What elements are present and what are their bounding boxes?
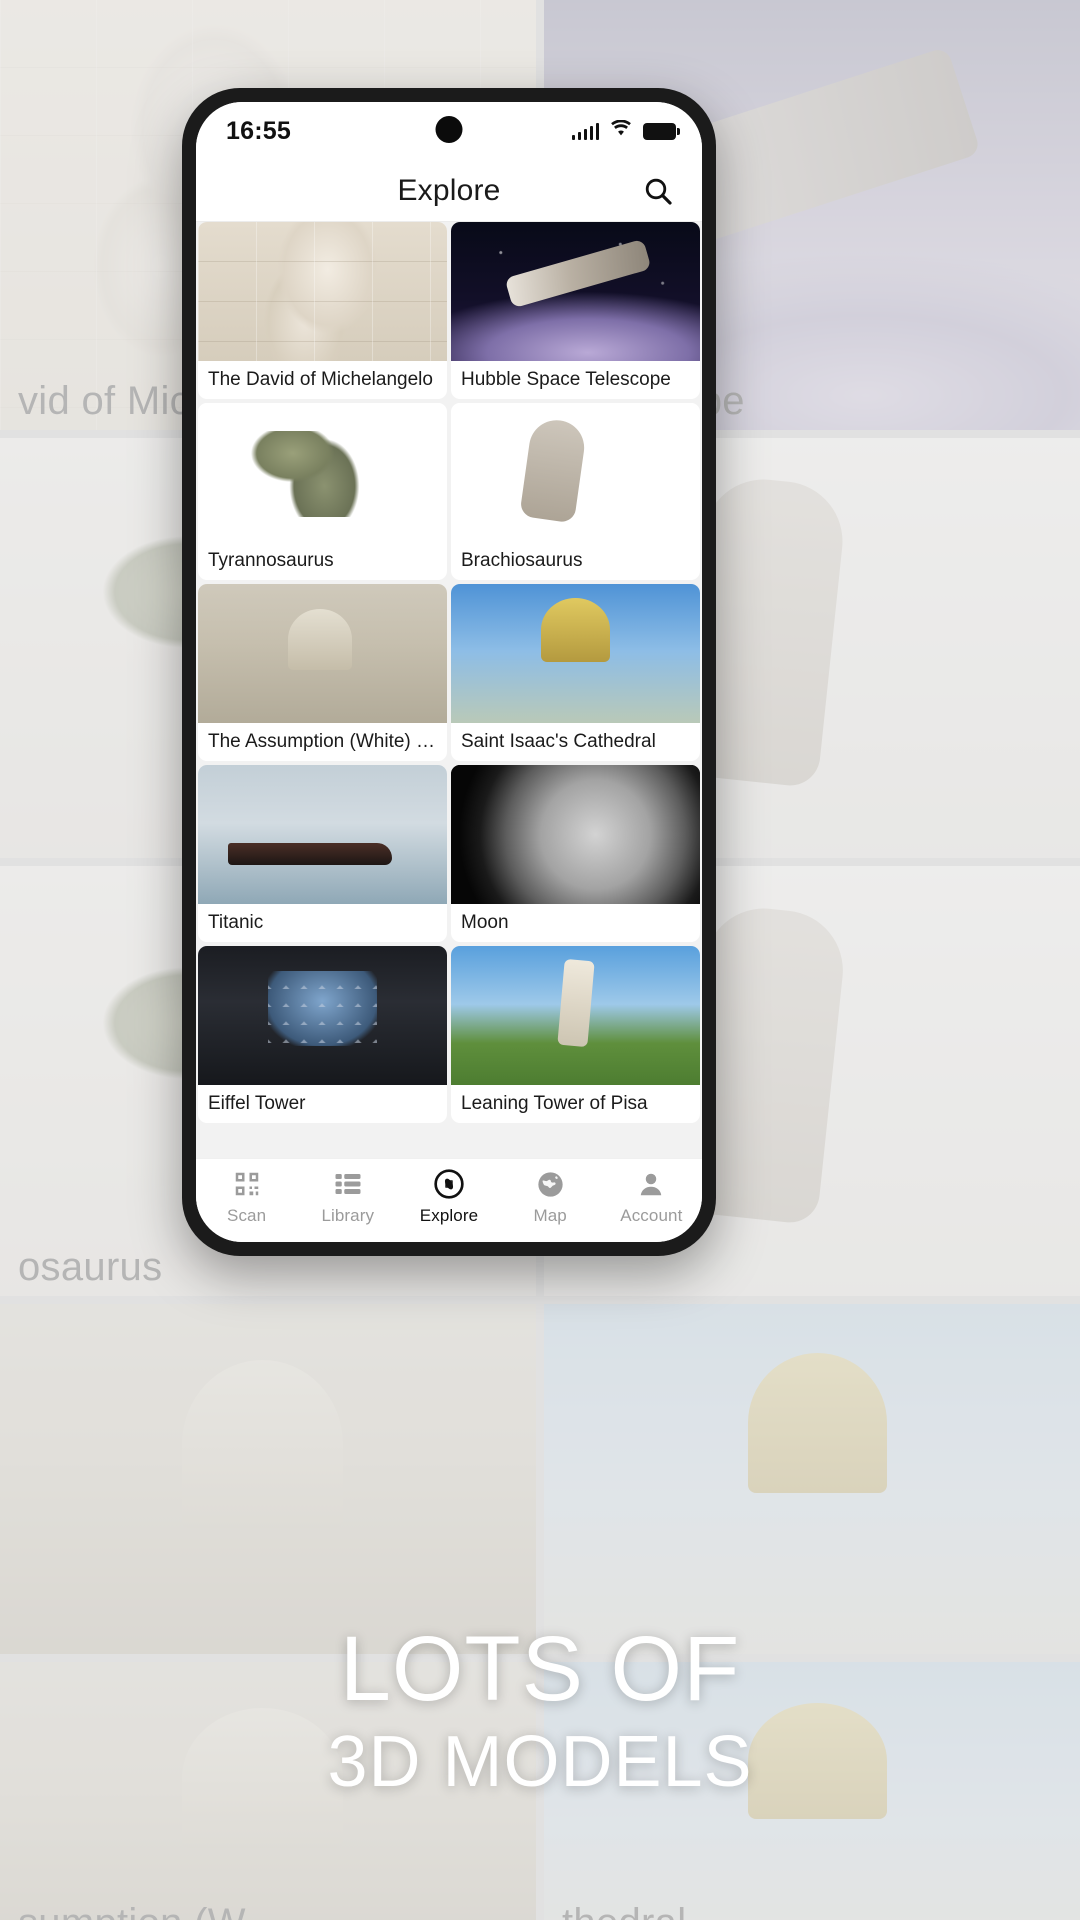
globe-icon — [535, 1167, 566, 1201]
model-title: Saint Isaac's Cathedral — [451, 723, 700, 761]
model-title: Leaning Tower of Pisa — [451, 1085, 700, 1123]
model-title-text: Moon — [461, 912, 509, 933]
model-card[interactable]: Saint Isaac's Cathedral — [451, 584, 700, 761]
tab-map[interactable]: Map — [502, 1167, 598, 1226]
tab-account[interactable]: Account — [603, 1167, 699, 1226]
model-title: Titanic — [198, 904, 447, 942]
model-title-text: Eiffel Tower — [208, 1093, 306, 1114]
tab-library[interactable]: Library — [300, 1167, 396, 1226]
model-card[interactable]: Moon — [451, 765, 700, 942]
model-title-text: Saint Isaac's Cathedral — [461, 731, 656, 752]
qr-scan-icon — [232, 1167, 262, 1201]
model-title-text: Hubble Space Telescope — [461, 369, 671, 390]
model-title-text: Titanic — [208, 912, 264, 933]
model-card[interactable]: Leaning Tower of Pisa — [451, 946, 700, 1123]
model-title: Hubble Space Telescope — [451, 361, 700, 399]
model-title: The David of Michelangelo — [198, 361, 447, 399]
tab-label: Map — [533, 1206, 567, 1225]
model-title-text: The David of Michelangelo — [208, 369, 433, 390]
model-title-text: Brachiosaurus — [461, 550, 583, 571]
page-title: Explore — [397, 173, 501, 207]
status-icons — [571, 119, 680, 142]
tab-label: Account — [620, 1206, 683, 1225]
model-card[interactable]: Hubble Space Telescope — [451, 222, 700, 399]
tab-label: Explore — [419, 1206, 479, 1225]
app-bar: Explore — [196, 160, 702, 222]
wifi-icon — [610, 119, 632, 142]
model-title-text: Tyrannosaurus — [208, 550, 334, 571]
battery-icon — [643, 122, 680, 140]
model-thumbnail — [198, 222, 447, 361]
tab-label: Scan — [227, 1206, 267, 1225]
model-card[interactable]: Brachiosaurus — [451, 403, 700, 580]
model-card[interactable]: Tyrannosaurus — [198, 403, 447, 580]
phone-screen: 16:55 Explore The David of Michelangelo … — [196, 102, 702, 1242]
model-thumbnail — [198, 403, 447, 542]
promo-text: LOTS OF 3D MODELS — [0, 1617, 1080, 1802]
model-title: Moon — [451, 904, 700, 942]
model-grid[interactable]: The David of Michelangelo Hubble Space Te… — [196, 222, 702, 1158]
tab-scan[interactable]: Scan — [199, 1167, 295, 1226]
status-time: 16:55 — [226, 116, 291, 145]
model-title: Brachiosaurus — [451, 542, 700, 580]
promo-subheadline: 3D MODELS — [327, 1721, 753, 1802]
model-title: Tyrannosaurus — [198, 542, 447, 580]
model-thumbnail — [198, 765, 447, 904]
model-title-text: Leaning Tower of Pisa — [461, 1093, 648, 1114]
model-card[interactable]: Eiffel Tower — [198, 946, 447, 1123]
model-title: The Assumption (White) Cathe... — [198, 723, 447, 761]
model-thumbnail — [451, 765, 700, 904]
compass-icon — [433, 1167, 465, 1201]
tab-explore[interactable]: Explore — [401, 1167, 497, 1226]
model-thumbnail — [451, 403, 700, 542]
model-thumbnail — [451, 584, 700, 723]
model-thumbnail — [451, 222, 700, 361]
model-card[interactable]: Titanic — [198, 765, 447, 942]
model-card[interactable]: The Assumption (White) Cathe... — [198, 584, 447, 761]
search-icon[interactable] — [636, 169, 680, 213]
promo-headline: LOTS OF — [339, 1617, 741, 1720]
bottom-tab-bar[interactable]: Scan Library Explore Map Account — [196, 1158, 702, 1242]
signal-bars-icon — [571, 122, 599, 140]
model-card[interactable]: The David of Michelangelo — [198, 222, 447, 399]
model-title-text: The Assumption (White) Cathe... — [208, 731, 437, 752]
status-bar: 16:55 — [196, 102, 702, 160]
tab-label: Library — [321, 1206, 375, 1225]
list-icon — [333, 1167, 363, 1201]
model-thumbnail — [198, 946, 447, 1085]
model-thumbnail — [451, 946, 700, 1085]
front-camera-punch-hole-icon — [435, 116, 463, 143]
person-icon — [636, 1167, 666, 1201]
model-title: Eiffel Tower — [198, 1085, 447, 1123]
phone-mockup: 16:55 Explore The David of Michelangelo … — [182, 88, 716, 1256]
model-thumbnail — [198, 584, 447, 723]
